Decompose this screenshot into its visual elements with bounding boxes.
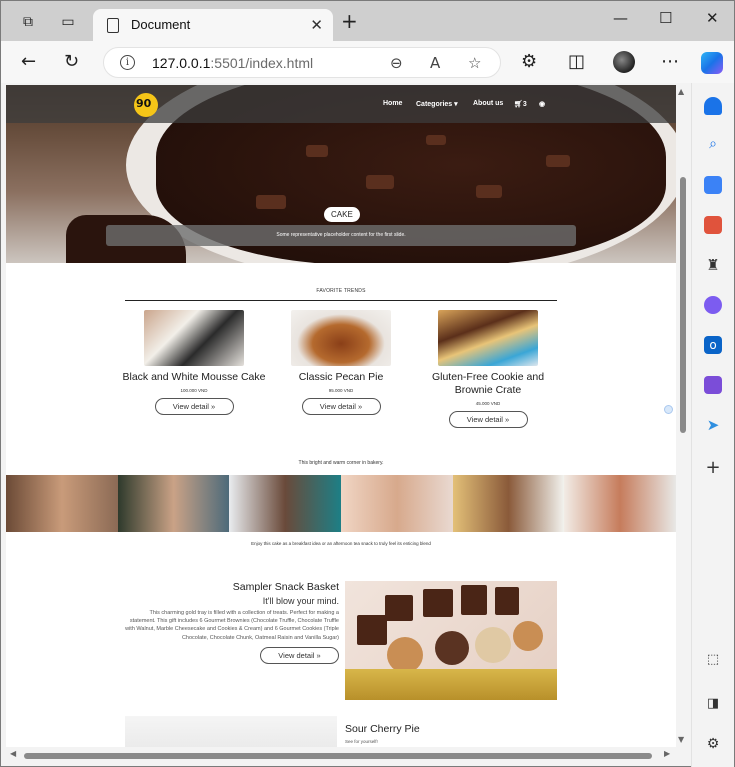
product-price: 45.000 VND <box>475 401 501 406</box>
gallery-photo <box>341 475 453 532</box>
nav-cart[interactable]: 🛒︎3 <box>514 100 527 108</box>
back-icon[interactable]: ← <box>21 52 36 72</box>
site-navbar: 90 Home Categories ▾ About us 🛒︎3 ◉ <box>6 85 676 123</box>
horizontal-scroll-thumb[interactable] <box>24 753 652 759</box>
tab-document[interactable]: Document ✕ <box>93 9 333 42</box>
add-sidebar-icon[interactable]: + <box>704 459 722 477</box>
user-icon[interactable]: ◉ <box>539 100 545 108</box>
sour-cherry-pie-image <box>125 716 337 747</box>
hero-badge: CAKE <box>324 207 360 222</box>
product-price: 95.000 VND <box>328 388 354 393</box>
page-icon <box>107 18 119 33</box>
horizontal-scrollbar[interactable]: ◀ ▶ <box>6 749 676 763</box>
notifications-icon[interactable] <box>704 97 722 115</box>
product-name: Black and White Mousse Cake <box>122 371 266 383</box>
carousel-indicators[interactable] <box>323 254 362 263</box>
screenshot-icon[interactable]: ⬚ <box>704 651 722 669</box>
view-detail-button[interactable]: View detail » <box>260 646 339 664</box>
site-info-icon[interactable]: i <box>120 55 135 70</box>
copilot-icon[interactable] <box>701 52 723 74</box>
gallery-photo <box>6 475 118 532</box>
product-image[interactable] <box>438 310 538 366</box>
scroll-down-icon[interactable]: ▼ <box>678 735 684 744</box>
product-name: Classic Pecan Pie <box>298 371 384 383</box>
trends-title: FAVORITE TRENDS <box>316 288 366 294</box>
cart-icon: 🛒︎ <box>514 101 523 108</box>
vertical-scrollbar[interactable]: ▲ ▼ <box>677 85 689 747</box>
hero-carousel: 90 Home Categories ▾ About us 🛒︎3 ◉ CAKE… <box>6 85 676 263</box>
product-card: Classic Pecan Pie 95.000 VND View detail… <box>266 310 416 415</box>
close-tab-icon[interactable]: ✕ <box>310 16 323 34</box>
outlook-icon[interactable]: o <box>704 336 722 354</box>
send-icon[interactable]: ➤ <box>704 416 722 434</box>
feature-description: This charming gold tray is filled with a… <box>125 610 339 641</box>
product-name: Gluten-Free Cookie and Brownie Crate <box>431 371 545 396</box>
hide-sidebar-icon[interactable]: ◨ <box>704 695 722 713</box>
scroll-up-icon[interactable]: ▲ <box>678 87 684 96</box>
hero-caption: Some representative placeholder content … <box>106 225 576 246</box>
read-aloud-icon[interactable]: A <box>430 54 440 72</box>
scroll-right-icon[interactable]: ▶ <box>664 749 670 758</box>
feature-subtitle: It'll blow your mind. <box>262 596 339 606</box>
nav-home[interactable]: Home <box>383 100 402 107</box>
sour-subtitle: See for yourself! <box>345 739 378 744</box>
extensions-icon[interactable]: ⚙ <box>521 52 537 72</box>
tab-strip: ⧉ ▭ Document ✕ + — ☐ ✕ <box>1 1 734 42</box>
view-detail-button[interactable]: View detail » <box>448 411 528 428</box>
trends-divider <box>125 300 557 301</box>
nav-categories[interactable]: Categories ▾ <box>416 100 458 108</box>
product-card: Black and White Mousse Cake 100.000 VND … <box>119 310 269 415</box>
more-options-icon[interactable]: ⋯ <box>661 52 679 72</box>
edge-sidebar: ⌕ ♜ o ➤ + ⬚ ◨ ⚙ <box>691 83 734 767</box>
bakery-note: This bright and warm corner in bakery. <box>298 460 384 466</box>
gallery-photo <box>117 475 230 532</box>
gallery-photo <box>229 475 342 532</box>
view-detail-button[interactable]: View detail » <box>154 398 234 415</box>
designer-icon[interactable] <box>704 376 722 394</box>
product-price: 100.000 VND <box>180 388 208 393</box>
vertical-scroll-thumb[interactable] <box>680 177 686 433</box>
tools-icon[interactable] <box>704 216 722 234</box>
product-image[interactable] <box>144 310 244 366</box>
floating-assist-icon[interactable] <box>664 405 673 414</box>
minimize-icon[interactable]: — <box>613 9 628 27</box>
profile-avatar[interactable] <box>613 51 635 73</box>
settings-gear-icon[interactable]: ⚙ <box>704 735 722 753</box>
cart-count: 3 <box>522 101 527 108</box>
toolbar: ← ↻ i 127.0.0.1:5501/index.html ⊖ A ☆ ⚙ … <box>1 41 734 83</box>
feature-image <box>345 581 557 700</box>
browser-window: ⧉ ▭ Document ✕ + — ☐ ✕ ← ↻ i 127.0.0.1:5… <box>0 0 735 767</box>
favorite-star-icon[interactable]: ☆ <box>468 54 481 72</box>
search-icon[interactable]: ⌕ <box>704 135 722 153</box>
zoom-icon[interactable]: ⊖ <box>390 54 403 72</box>
tab-actions-icon[interactable]: ▭ <box>59 13 77 31</box>
sour-title: Sour Cherry Pie <box>345 723 420 735</box>
address-bar[interactable]: i 127.0.0.1:5501/index.html ⊖ A ☆ <box>103 47 501 78</box>
gallery-photo <box>564 475 676 532</box>
new-tab-icon[interactable]: + <box>341 11 358 31</box>
window-close-icon[interactable]: ✕ <box>706 9 719 27</box>
photo-strip <box>6 475 676 532</box>
nav-about[interactable]: About us <box>473 100 503 107</box>
microsoft365-icon[interactable] <box>704 296 722 314</box>
split-screen-icon[interactable]: ◫ <box>568 52 585 72</box>
view-detail-button[interactable]: View detail » <box>301 398 381 415</box>
refresh-icon[interactable]: ↻ <box>64 52 79 72</box>
maximize-icon[interactable]: ☐ <box>659 9 672 27</box>
page-viewport: 90 Home Categories ▾ About us 🛒︎3 ◉ CAKE… <box>6 85 676 747</box>
enjoy-note: Enjoy this cake as a breakfast idea or a… <box>251 541 431 546</box>
product-card: Gluten-Free Cookie and Brownie Crate 45.… <box>413 310 563 428</box>
tab-title: Document <box>131 17 191 32</box>
site-logo[interactable]: 90 <box>134 93 158 117</box>
sour-cherry-section: Sour Cherry Pie See for yourself! <box>345 723 420 744</box>
product-image[interactable] <box>291 310 391 366</box>
url-text[interactable]: 127.0.0.1:5501/index.html <box>152 55 313 71</box>
scroll-left-icon[interactable]: ◀ <box>10 749 16 758</box>
workspaces-icon[interactable]: ⧉ <box>19 13 37 31</box>
games-icon[interactable]: ♜ <box>704 256 722 274</box>
feature-title: Sampler Snack Basket <box>232 581 339 593</box>
shopping-tag-icon[interactable] <box>704 176 722 194</box>
featured-product: Sampler Snack Basket It'll blow your min… <box>125 581 339 664</box>
gallery-photo <box>452 475 565 532</box>
